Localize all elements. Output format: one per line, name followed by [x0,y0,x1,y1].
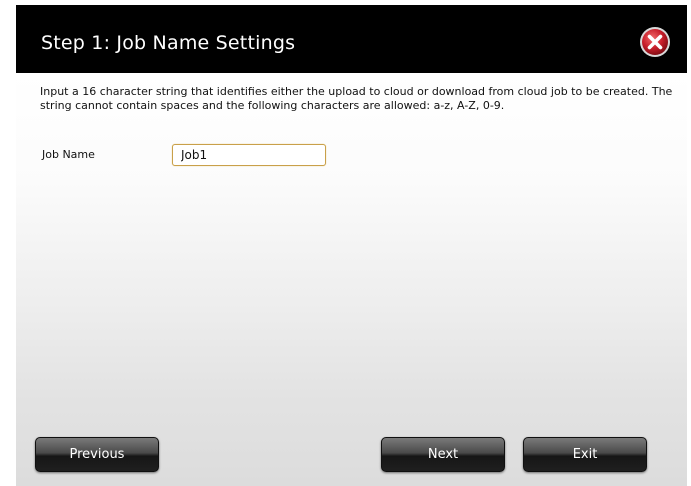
close-button[interactable] [639,26,671,58]
previous-button[interactable]: Previous [35,437,159,472]
dialog-title: Step 1: Job Name Settings [41,32,296,54]
close-x-icon [640,27,670,57]
dialog-titlebar: Step 1: Job Name Settings [16,5,687,73]
job-name-input[interactable] [172,144,326,166]
next-button[interactable]: Next [381,437,505,472]
exit-button[interactable]: Exit [523,437,647,472]
instructions-text: Input a 16 character string that identif… [40,85,673,112]
dialog-content: Input a 16 character string that identif… [16,73,687,486]
job-name-label: Job Name [42,148,95,161]
job-settings-dialog: Step 1: Job Name Settings Input a 16 cha… [16,5,687,486]
